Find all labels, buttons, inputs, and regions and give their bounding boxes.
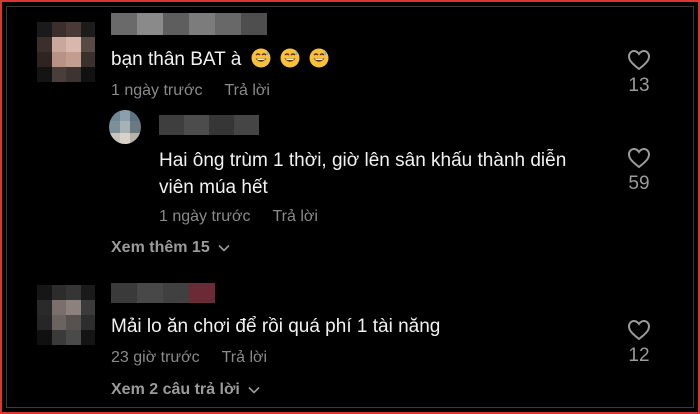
chevron-down-icon — [248, 386, 260, 394]
comments-panel: bạn thân BAT à 1 ngày trước Trả lời 13 Ha… — [6, 6, 694, 408]
reply-button[interactable]: Trả lời — [224, 82, 269, 99]
heart-icon — [627, 147, 651, 169]
comment-text: Hai ông trùm 1 thời, giờ lên sân khấu th… — [159, 150, 567, 198]
view-replies-button[interactable]: Xem 2 câu trả lời — [111, 381, 260, 399]
view-more-replies-button[interactable]: Xem thêm 15 — [111, 239, 230, 257]
like-count: 59 — [628, 173, 650, 194]
comment-meta: 1 ngày trước Trả lời — [111, 81, 270, 101]
like-button[interactable]: 12 — [619, 319, 659, 367]
like-count: 13 — [628, 75, 650, 96]
username-blurred[interactable] — [111, 13, 267, 35]
avatar[interactable] — [37, 22, 95, 82]
username-blurred[interactable] — [159, 115, 259, 135]
timestamp: 1 ngày trước — [159, 208, 251, 225]
timestamp: 23 giờ trước — [111, 349, 200, 366]
like-count: 12 — [628, 345, 650, 366]
screenshot-frame: bạn thân BAT à 1 ngày trước Trả lời 13 Ha… — [0, 0, 700, 414]
grinning-sweat-emoji — [280, 48, 300, 68]
comment-text: Mải lo ăn chơi để rồi quá phí 1 tài năng — [111, 316, 441, 337]
username-blurred[interactable] — [111, 283, 215, 303]
reply-button[interactable]: Trả lời — [272, 208, 317, 225]
reply-button[interactable]: Trả lời — [222, 349, 267, 366]
heart-icon — [627, 49, 651, 71]
like-button[interactable]: 59 — [619, 147, 659, 195]
comment-text: bạn thân BAT à — [111, 46, 329, 73]
avatar[interactable] — [37, 285, 95, 345]
grinning-sweat-emoji — [309, 48, 329, 68]
comment-meta: 23 giờ trước Trả lời — [111, 348, 267, 368]
chevron-down-icon — [218, 244, 230, 252]
timestamp: 1 ngày trước — [111, 82, 203, 99]
grinning-sweat-emoji — [251, 48, 271, 68]
comment-meta: 1 ngày trước Trả lời — [159, 207, 318, 227]
heart-icon — [627, 319, 651, 341]
avatar[interactable] — [109, 110, 141, 144]
like-button[interactable]: 13 — [619, 49, 659, 97]
